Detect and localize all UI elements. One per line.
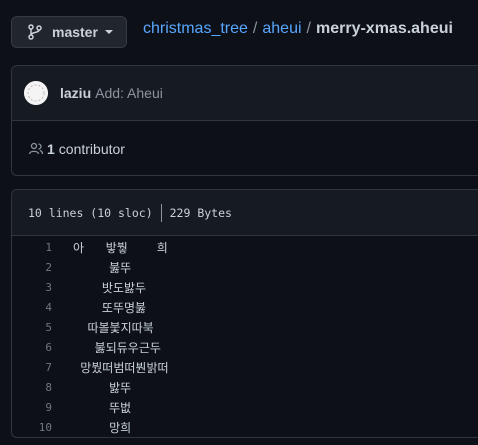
line-code: 붏뚜: [73, 260, 132, 275]
code-line: 4 또뚜명붏: [12, 297, 478, 317]
line-number[interactable]: 8: [12, 381, 52, 394]
contributor-count: 1: [47, 141, 55, 157]
line-number[interactable]: 6: [12, 341, 52, 354]
file-lines-info: 10 lines (10 sloc): [28, 205, 153, 220]
code-line: 5 따볼붗지따북: [12, 317, 478, 337]
code-line: 9 뚜벖: [12, 397, 478, 417]
breadcrumb-file-name: merry-xmas.aheui: [315, 20, 453, 37]
branch-label: master: [52, 24, 98, 40]
code-line: 8 밣뚜: [12, 377, 478, 397]
commit-info-box: laziu Add: Aheui 1 contributor: [11, 65, 478, 176]
file-size: 229 Bytes: [169, 205, 232, 220]
commit-message-link[interactable]: Add: Aheui: [95, 85, 163, 101]
line-number[interactable]: 7: [12, 361, 52, 374]
line-number[interactable]: 1: [12, 241, 52, 254]
avatar[interactable]: [24, 81, 48, 105]
code-line: 2 붏뚜: [12, 257, 478, 277]
code-line: 6 붏되듀우근두: [12, 337, 478, 357]
latest-commit-row: laziu Add: Aheui: [12, 66, 478, 121]
breadcrumb-separator: /: [252, 20, 258, 37]
line-code: 망붰떠범떠붠밝떠: [73, 360, 169, 375]
chevron-down-icon: [104, 30, 113, 34]
line-number[interactable]: 4: [12, 301, 52, 314]
git-branch-icon: [28, 24, 42, 40]
breadcrumb-separator: /: [306, 20, 311, 37]
line-code: 뚜벖: [73, 400, 132, 415]
line-code: 밧도밣두: [73, 280, 147, 295]
breadcrumb: christmas_tree / aheui / merry-xmas.aheui: [143, 20, 453, 38]
contributor-label: contributor: [58, 141, 125, 157]
line-code: 따볼붗지따북: [73, 320, 154, 335]
line-code: 밣뚜: [73, 380, 132, 395]
line-number[interactable]: 5: [12, 321, 52, 334]
line-code: 아 밯붷 희: [73, 240, 168, 255]
breadcrumb-repo-link[interactable]: christmas_tree: [143, 20, 248, 37]
contributors-row[interactable]: 1 contributor: [12, 121, 478, 177]
line-number[interactable]: 3: [12, 281, 52, 294]
code-table: 1 아 밯붷 희 2 붏뚜 3 밧도밣두 4 또뚜명붏 5 따볼붗지따북 6 붏…: [12, 236, 478, 437]
code-line: 10 망희: [12, 417, 478, 437]
file-viewer: 10 lines (10 sloc) 229 Bytes 1 아 밯붷 희 2 …: [11, 189, 478, 438]
branch-selector-button[interactable]: master: [11, 16, 127, 48]
line-code: 망희: [73, 420, 132, 435]
code-line: 1 아 밯붷 희: [12, 237, 478, 257]
code-line: 3 밧도밣두: [12, 277, 478, 297]
breadcrumb-folder-link[interactable]: aheui: [262, 20, 301, 37]
divider: [160, 203, 162, 222]
file-info-header: 10 lines (10 sloc) 229 Bytes: [12, 190, 478, 236]
line-code: 붏되듀우근두: [73, 340, 161, 355]
line-number[interactable]: 10: [12, 421, 52, 434]
line-number[interactable]: 9: [12, 401, 52, 414]
line-number[interactable]: 2: [12, 261, 52, 274]
code-line: 7 망붰떠범떠붠밝떠: [12, 357, 478, 377]
people-icon: [28, 141, 44, 157]
commit-author-link[interactable]: laziu: [60, 85, 91, 101]
line-code: 또뚜명붏: [73, 300, 147, 315]
